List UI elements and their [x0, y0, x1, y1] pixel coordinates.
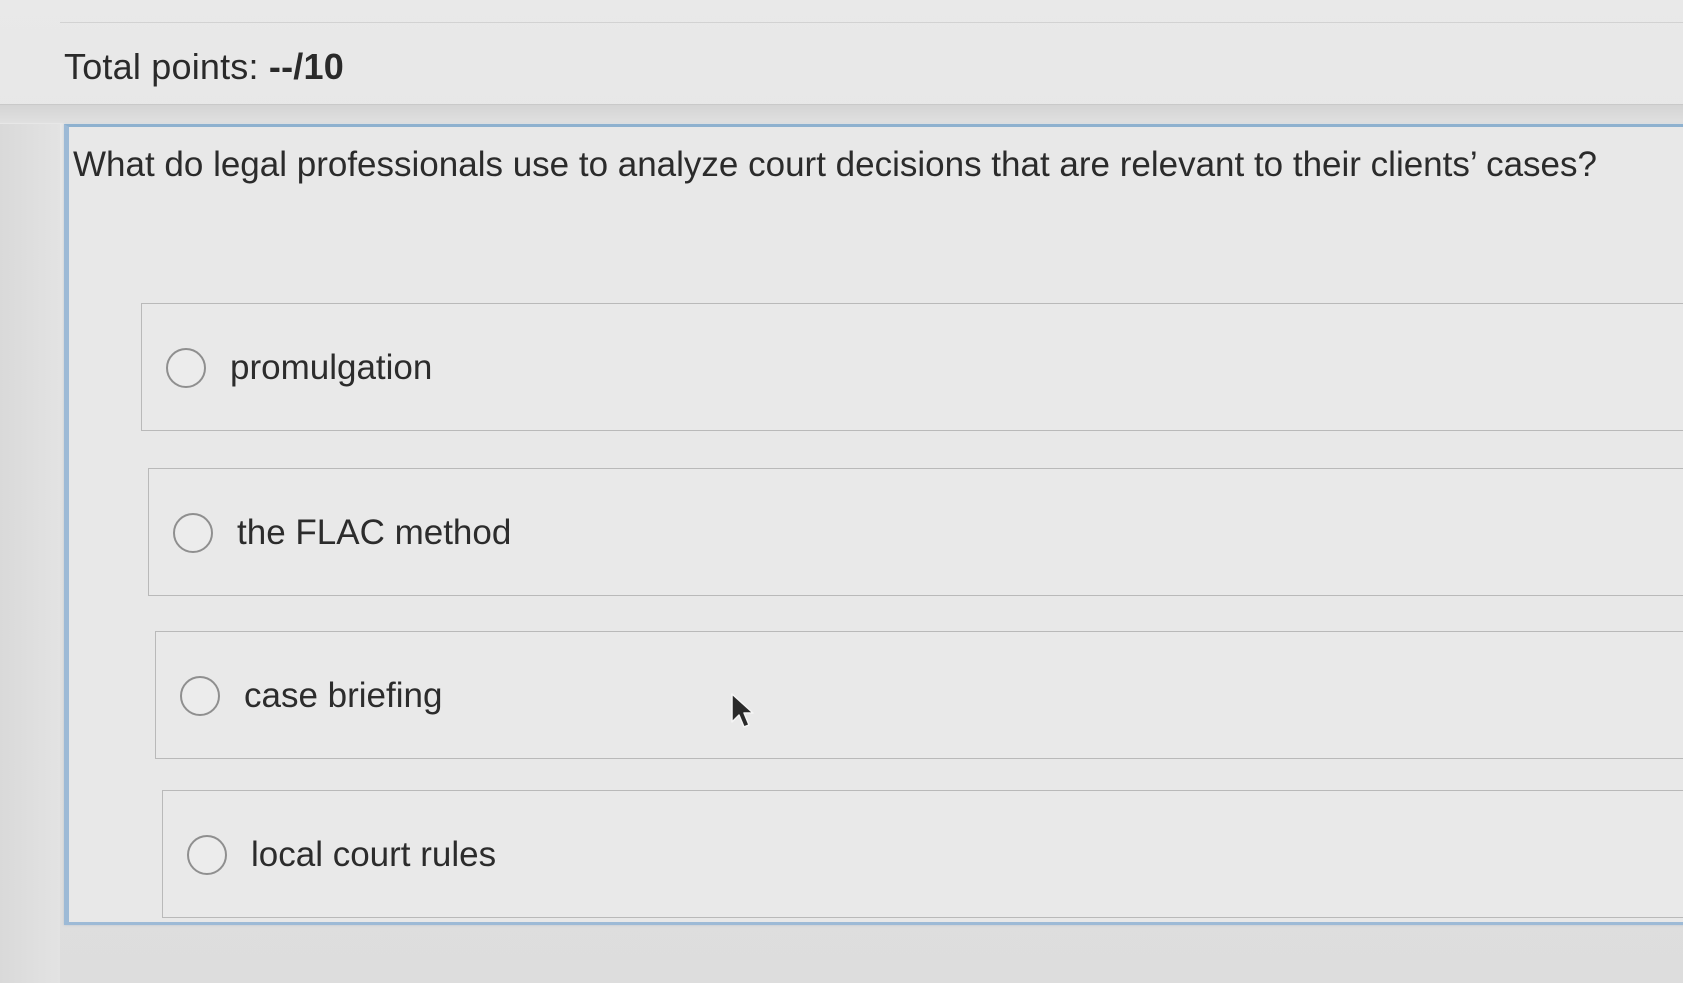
answer-option-label: promulgation: [230, 348, 433, 387]
answer-option-label: local court rules: [251, 835, 497, 874]
radio-circle-icon[interactable]: [180, 676, 220, 716]
radio-circle-icon[interactable]: [187, 835, 227, 875]
answer-option-case-briefing[interactable]: case briefing: [155, 631, 1683, 759]
total-points-label: Total points:: [64, 46, 269, 87]
mouse-pointer-icon: [731, 693, 754, 728]
top-divider: [60, 22, 1683, 23]
total-points-value: --/10: [268, 46, 344, 87]
answer-option-promulgation[interactable]: promulgation: [141, 303, 1683, 431]
answer-option-local-court-rules[interactable]: local court rules: [162, 790, 1683, 918]
answer-option-label: the FLAC method: [237, 513, 512, 552]
header-divider: [0, 104, 1683, 123]
answer-option-flac-method[interactable]: the FLAC method: [148, 468, 1683, 596]
radio-circle-icon[interactable]: [166, 348, 206, 388]
answer-option-label: case briefing: [244, 676, 443, 715]
question-card: What do legal professionals use to analy…: [64, 124, 1683, 925]
page-left-margin: [0, 124, 60, 983]
total-points: Total points: --/10: [64, 46, 344, 88]
question-text: What do legal professionals use to analy…: [73, 145, 1597, 184]
radio-circle-icon[interactable]: [173, 513, 213, 553]
